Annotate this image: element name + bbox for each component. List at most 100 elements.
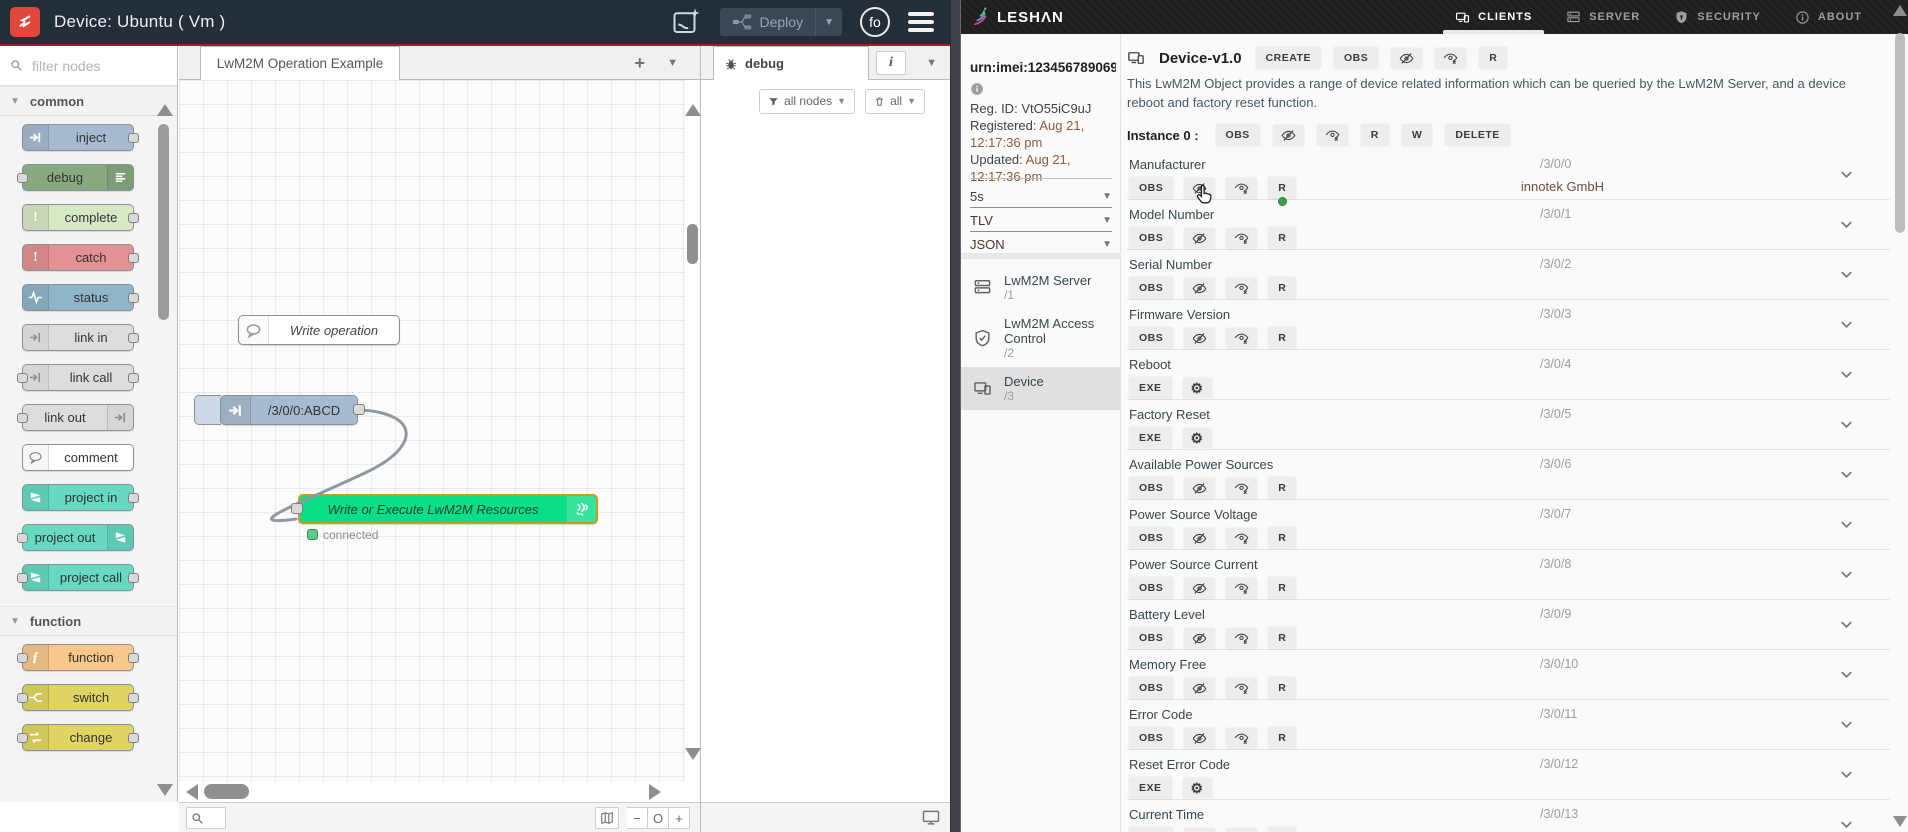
exe-button[interactable]: EXE [1129, 377, 1172, 399]
observe-composite-stop-button[interactable] [1226, 627, 1258, 649]
obs-button[interactable]: OBS [1215, 124, 1260, 146]
flow-tab[interactable]: LwM2M Operation Example [200, 46, 400, 80]
flow-list-caret[interactable]: ▼ [667, 57, 678, 69]
r-button[interactable]: R [1268, 177, 1297, 199]
object-item-device[interactable]: Device/3 [961, 367, 1121, 410]
palette-search[interactable] [0, 46, 177, 86]
inject-node[interactable]: /3/0/0:ABCD [220, 395, 358, 425]
delete-button[interactable]: DELETE [1445, 124, 1510, 146]
execute-with-params-button[interactable]: ⚙ [1182, 378, 1212, 398]
r-button[interactable]: R [1268, 327, 1297, 349]
palette-node-catch[interactable]: ! catch [22, 244, 139, 271]
passive-observe-stop-button[interactable] [1184, 277, 1216, 299]
chevron-down-icon[interactable] [1839, 417, 1854, 432]
obs-button[interactable]: OBS [1129, 527, 1174, 549]
palette-scrollbar-thumb[interactable] [158, 124, 169, 320]
palette-node-debug[interactable]: debug [17, 164, 134, 191]
create-button[interactable]: CREATE [1255, 47, 1321, 69]
obs-button[interactable]: OBS [1333, 47, 1379, 69]
zoom-out-button[interactable]: − [627, 807, 648, 829]
canvas-scroll-left-arrow[interactable] [186, 784, 198, 800]
chevron-down-icon[interactable] [1839, 617, 1854, 632]
object-item-lwm2m-access-control[interactable]: LwM2M Access Control/2 [961, 309, 1121, 367]
passive-observe-stop-button[interactable] [1184, 477, 1216, 499]
passive-observe-stop-button[interactable] [1184, 827, 1216, 832]
sidebar-options-caret[interactable]: ▼ [926, 57, 937, 69]
palette-node-inject[interactable]: inject [22, 124, 139, 151]
passive-observe-stop-button[interactable] [1184, 727, 1216, 749]
deploy-button[interactable]: Deploy ▼ [719, 8, 842, 36]
canvas-horizontal-scrollbar[interactable] [179, 782, 685, 802]
chevron-down-icon[interactable] [1839, 467, 1854, 482]
palette-scroll-down-arrow[interactable] [157, 784, 173, 796]
observe-composite-stop-button[interactable] [1226, 577, 1258, 599]
passive-observe-stop-button[interactable] [1272, 124, 1304, 146]
nav-item-security[interactable]: SECURITY [1674, 0, 1761, 34]
chevron-down-icon[interactable] [1839, 567, 1854, 582]
lwm2m-input-port[interactable] [291, 503, 303, 514]
canvas-horizontal-scrollbar-thumb[interactable] [204, 784, 249, 799]
passive-observe-stop-button[interactable] [1184, 677, 1216, 699]
single-format-select[interactable]: TLV ▼ [970, 210, 1112, 232]
passive-observe-stop-button[interactable] [1184, 527, 1216, 549]
canvas-scroll-right-arrow[interactable] [649, 784, 661, 800]
page-scrollbar-thumb[interactable] [1895, 33, 1905, 233]
r-button[interactable]: R [1268, 527, 1297, 549]
canvas-vertical-scrollbar-thumb[interactable] [687, 224, 698, 264]
chevron-down-icon[interactable] [1839, 267, 1854, 282]
palette-node-project-in[interactable]: project in [22, 484, 139, 511]
debug-filter-button[interactable]: all nodes ▼ [759, 88, 856, 114]
obs-button[interactable]: OBS [1129, 627, 1174, 649]
palette-node-switch[interactable]: switch [17, 684, 139, 711]
r-button[interactable]: R [1268, 277, 1297, 299]
obs-button[interactable]: OBS [1129, 677, 1174, 699]
monitor-icon[interactable] [921, 808, 941, 828]
palette-filter-input[interactable] [30, 56, 140, 75]
passive-observe-stop-button[interactable] [1184, 227, 1216, 249]
add-flow-button[interactable]: + [634, 53, 645, 74]
observe-composite-stop-button[interactable] [1226, 227, 1258, 249]
inject-output-port[interactable] [353, 404, 365, 415]
palette-node-link-call[interactable]: link call [17, 364, 139, 391]
palette-node-link-out[interactable]: link out [17, 404, 134, 431]
comment-node[interactable]: Write operation [238, 315, 400, 345]
r-button[interactable]: R [1479, 47, 1508, 69]
nav-item-about[interactable]: ABOUT [1795, 0, 1862, 34]
exe-button[interactable]: EXE [1129, 427, 1172, 449]
info-icon[interactable] [970, 82, 984, 96]
chevron-down-icon[interactable] [1839, 817, 1854, 832]
obs-button[interactable]: OBS [1129, 577, 1174, 599]
palette-node-project-out[interactable]: project out [17, 524, 134, 551]
chevron-down-icon[interactable] [1839, 717, 1854, 732]
observe-composite-stop-button[interactable] [1316, 124, 1348, 146]
nav-item-clients[interactable]: CLIENTS [1443, 0, 1545, 34]
window-split-divider[interactable] [950, 0, 961, 832]
observe-composite-stop-button[interactable] [1226, 177, 1258, 199]
obs-button[interactable]: OBS [1129, 277, 1174, 299]
observe-composite-stop-button[interactable] [1226, 327, 1258, 349]
r-button[interactable]: R [1268, 677, 1297, 699]
passive-observe-stop-button[interactable] [1184, 627, 1216, 649]
flow-canvas[interactable] [179, 80, 685, 782]
execute-with-params-button[interactable]: ⚙ [1182, 778, 1212, 798]
observe-composite-stop-button[interactable] [1226, 477, 1258, 499]
nav-item-server[interactable]: SERVER [1566, 0, 1640, 34]
palette-node-link-in[interactable]: link in [22, 324, 139, 351]
observe-composite-stop-button[interactable] [1226, 527, 1258, 549]
lwm2m-client-node[interactable]: Write or Execute LwM2M Resources [298, 494, 598, 524]
object-item-lwm2m-server[interactable]: LwM2M Server/1 [961, 266, 1121, 309]
obs-button[interactable]: OBS [1129, 827, 1174, 832]
timeout-select[interactable]: 5s ▼ [970, 186, 1112, 208]
inject-trigger-button[interactable] [194, 395, 221, 425]
chevron-down-icon[interactable] [1839, 517, 1854, 532]
export-flow-icon[interactable] [672, 7, 702, 37]
page-scroll-down-arrow[interactable] [1893, 816, 1907, 827]
obs-button[interactable]: OBS [1129, 327, 1174, 349]
debug-clear-button[interactable]: all ▼ [865, 88, 925, 114]
passive-observe-stop-button[interactable] [1184, 327, 1216, 349]
obs-button[interactable]: OBS [1129, 727, 1174, 749]
observe-composite-stop-button[interactable] [1226, 677, 1258, 699]
tab-debug[interactable]: debug [713, 46, 869, 80]
passive-observe-stop-button[interactable] [1184, 577, 1216, 599]
navigator-toggle-button[interactable] [595, 807, 619, 829]
